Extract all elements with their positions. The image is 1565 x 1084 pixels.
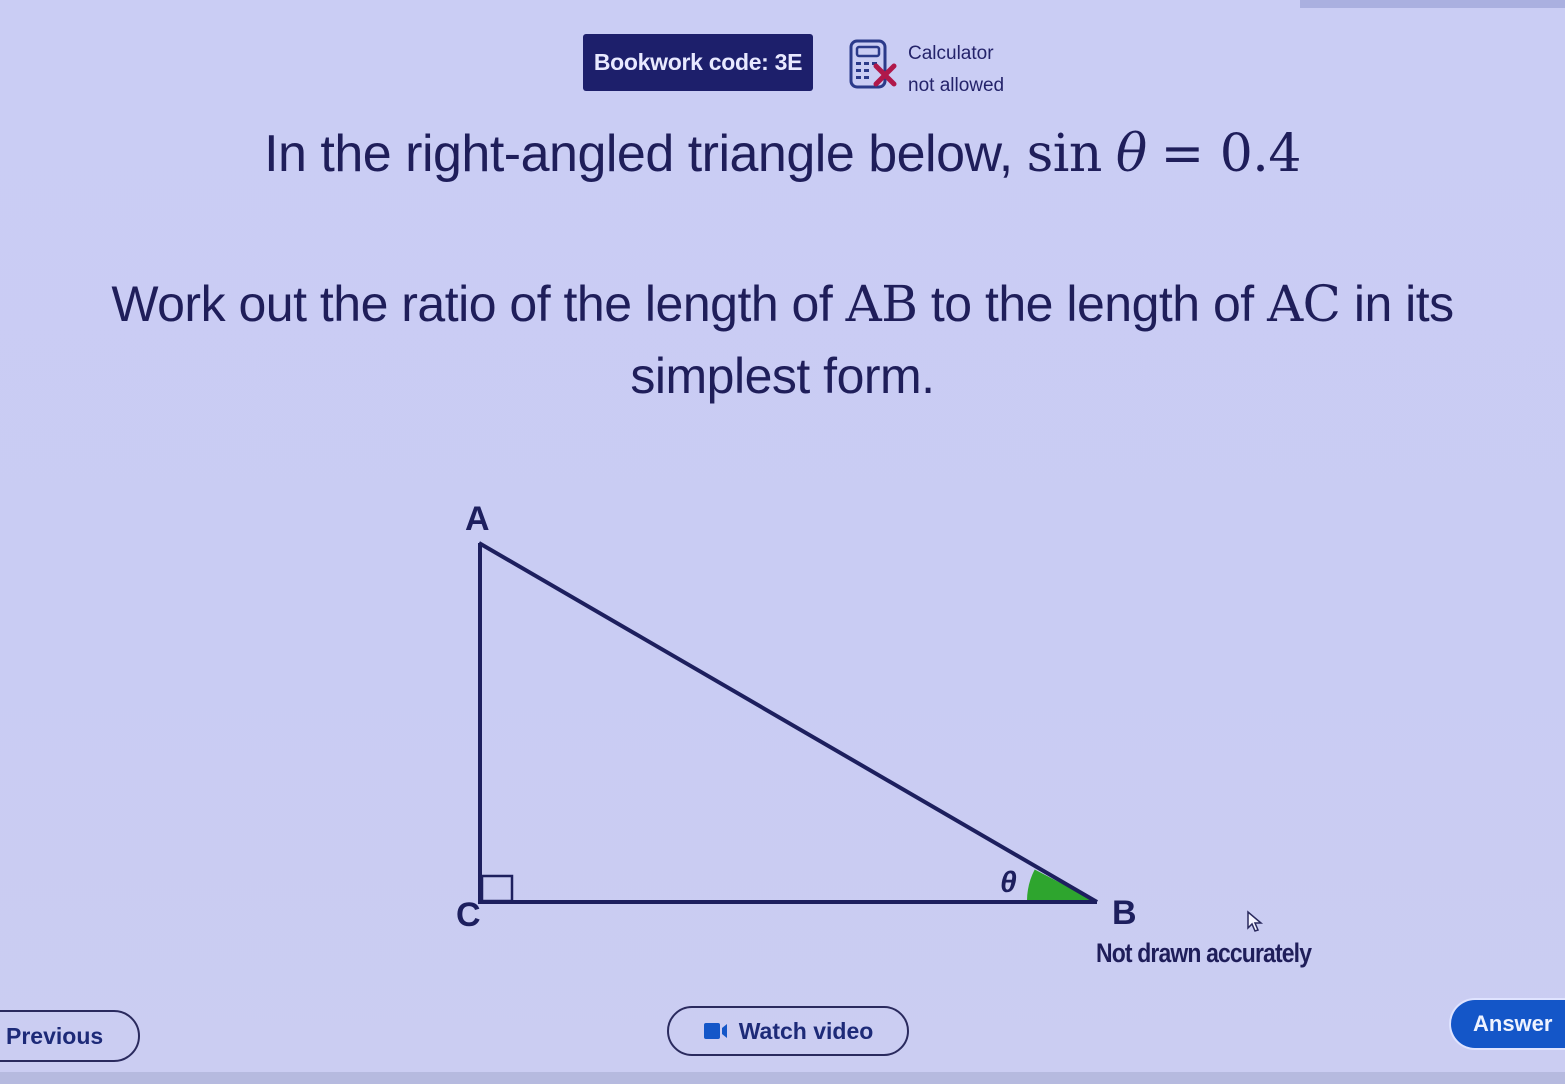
not-drawn-accurately-note: Not drawn accurately	[1096, 938, 1312, 968]
side-ab	[477, 541, 1099, 904]
math-sin: sin	[1026, 124, 1103, 184]
instruction-text-1: Work out the ratio of the length of	[111, 276, 846, 332]
math-theta: θ	[1115, 124, 1147, 184]
video-camera-icon	[703, 1021, 729, 1041]
segment-ac: AC	[1267, 275, 1341, 333]
right-angle-marker	[480, 874, 514, 903]
previous-button-label: Previous	[6, 1022, 104, 1049]
screen: Bookwork code: 3E Calculator not allowed…	[0, 0, 1565, 1084]
vertex-label-c: C	[456, 896, 481, 934]
watch-video-button[interactable]: Watch video	[667, 1006, 909, 1056]
bookwork-code-badge: Bookwork code: 3E	[583, 34, 813, 91]
question-statement: In the right-angled triangle below, sin …	[0, 124, 1565, 184]
previous-button[interactable]: Previous	[0, 1010, 140, 1062]
vertex-label-a: A	[465, 500, 490, 538]
calculator-not-allowed-icon	[848, 38, 902, 92]
question-statement-text: In the right-angled triangle below,	[264, 125, 1027, 183]
segment-ab: AB	[845, 275, 918, 333]
calculator-not-allowed-label: not allowed	[908, 75, 1005, 96]
instruction-text-4: simplest form.	[630, 348, 935, 404]
calculator-label: Calculator	[908, 43, 994, 64]
answer-button-label: Answer	[1473, 1011, 1553, 1036]
mouse-pointer-icon	[1247, 910, 1264, 932]
answer-button[interactable]: Answer	[1451, 1000, 1565, 1048]
bookwork-code-text: Bookwork code: 3E	[593, 49, 803, 75]
instruction-text-2: to the length of	[917, 276, 1268, 332]
watch-video-label: Watch video	[738, 1017, 874, 1044]
angle-label-theta: θ	[1000, 866, 1017, 899]
angle-theta-sector	[1026, 869, 1095, 901]
math-equals-value: = 0.4	[1160, 124, 1302, 184]
vertex-label-b: B	[1112, 894, 1137, 932]
question-instruction: Work out the ratio of the length of AB t…	[0, 268, 1565, 412]
top-edge-strip	[1300, 0, 1565, 8]
calculator-status: Calculator not allowed	[908, 38, 1004, 102]
instruction-text-3: in its	[1340, 276, 1454, 332]
bottom-edge-band	[0, 1072, 1565, 1084]
